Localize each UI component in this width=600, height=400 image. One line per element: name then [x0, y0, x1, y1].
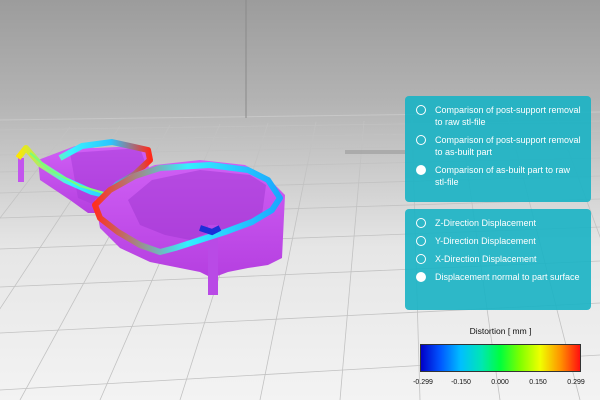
legend-tick: 0.150	[529, 379, 547, 386]
legend-title: Distortion [ mm ]	[469, 326, 532, 336]
option-label: Z-Direction Displacement	[435, 218, 537, 228]
option-label: Displacement normal to part surface	[435, 272, 580, 282]
option-post-support-vs-as-built[interactable]: Comparison of post-support removal to as…	[413, 134, 583, 158]
right-frame-part[interactable]	[92, 160, 285, 295]
legend-tick: 0.299	[567, 379, 585, 386]
option-y-displacement[interactable]: Y-Direction Displacement	[413, 235, 583, 247]
3d-viewport[interactable]: Comparison of post-support removal to ra…	[0, 0, 600, 400]
option-z-displacement[interactable]: Z-Direction Displacement	[413, 217, 583, 229]
option-label: Comparison of post-support removal to ra…	[435, 105, 581, 127]
radio-icon[interactable]	[416, 254, 426, 264]
legend-tick: -0.299	[413, 379, 433, 386]
legend-tick: 0.000	[491, 379, 509, 386]
floor-shadow	[345, 150, 405, 154]
radio-selected-icon[interactable]	[416, 272, 426, 282]
option-normal-displacement[interactable]: Displacement normal to part surface	[413, 271, 583, 283]
radio-icon[interactable]	[416, 105, 426, 115]
option-x-displacement[interactable]: X-Direction Displacement	[413, 253, 583, 265]
option-label: Comparison of post-support removal to as…	[435, 135, 581, 157]
displacement-panel: Z-Direction Displacement Y-Direction Dis…	[405, 209, 591, 310]
option-post-support-vs-raw[interactable]: Comparison of post-support removal to ra…	[413, 104, 583, 128]
option-label: Y-Direction Displacement	[435, 236, 536, 246]
distortion-legend: Distortion [ mm ] -0.299 -0.150 0.000 0.…	[413, 322, 585, 392]
radio-icon[interactable]	[416, 135, 426, 145]
option-as-built-vs-raw[interactable]: Comparison of as-built part to raw stl-f…	[413, 164, 583, 188]
option-label: X-Direction Displacement	[435, 254, 537, 264]
comparison-panel: Comparison of post-support removal to ra…	[405, 96, 591, 202]
option-label: Comparison of as-built part to raw stl-f…	[435, 165, 571, 187]
color-scale-bar	[420, 344, 581, 372]
radio-icon[interactable]	[416, 218, 426, 228]
legend-tick: -0.150	[451, 379, 471, 386]
radio-selected-icon[interactable]	[416, 165, 426, 175]
radio-icon[interactable]	[416, 236, 426, 246]
